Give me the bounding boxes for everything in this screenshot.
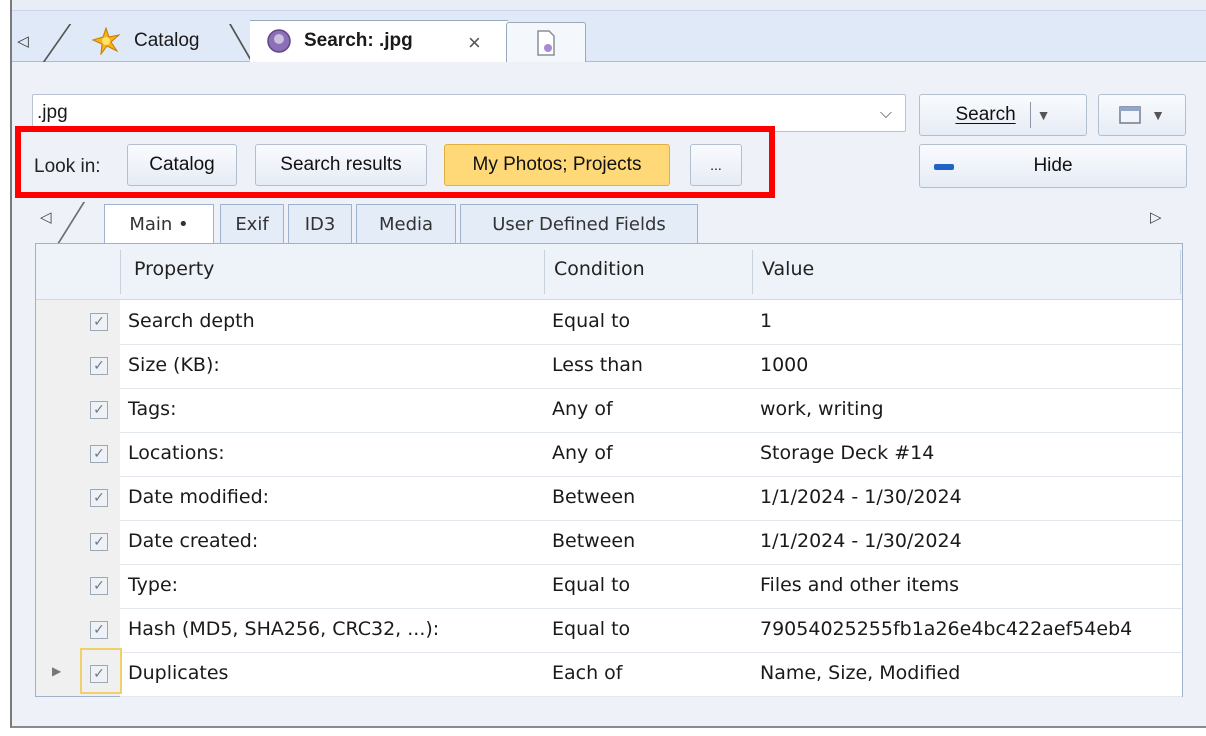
cell-property[interactable]: Hash (MD5, SHA256, CRC32, ...): <box>128 618 439 640</box>
row-enabled-checkbox[interactable]: ✓ <box>90 533 108 551</box>
cell-value[interactable]: work, writing <box>760 398 884 420</box>
dropdown-arrow-icon: ▼ <box>1151 107 1165 123</box>
tab-exif[interactable]: Exif <box>220 204 284 243</box>
row-divider <box>120 344 1182 345</box>
row-divider <box>120 608 1182 609</box>
row-enabled-checkbox[interactable]: ✓ <box>90 357 108 375</box>
cell-condition[interactable]: Between <box>552 486 635 508</box>
cell-value[interactable]: 1000 <box>760 354 808 376</box>
row-divider <box>120 520 1182 521</box>
row-enabled-checkbox[interactable]: ✓ <box>90 313 108 331</box>
cell-condition[interactable]: Any of <box>552 398 613 420</box>
row-divider <box>120 388 1182 389</box>
hide-button-label: Hide <box>1033 155 1073 176</box>
row-enabled-checkbox[interactable]: ✓ <box>90 401 108 419</box>
row-enabled-checkbox[interactable]: ✓ <box>90 621 108 639</box>
column-separator <box>1180 250 1181 294</box>
search-button-label: Search <box>955 104 1016 125</box>
row-enabled-checkbox[interactable]: ✓ <box>90 445 108 463</box>
column-separator <box>120 250 121 294</box>
cell-condition[interactable]: Equal to <box>552 618 630 640</box>
focused-cell-outline <box>80 648 122 694</box>
search-input-value: .jpg <box>37 102 68 123</box>
look-in-highlight-frame <box>15 126 775 198</box>
cell-property[interactable]: Search depth <box>128 310 255 332</box>
cell-property[interactable]: Size (KB): <box>128 354 220 376</box>
cell-value[interactable]: 79054025255fb1a26e4bc422aef54eb4 <box>760 618 1132 640</box>
row-divider <box>120 696 1182 697</box>
cell-value[interactable]: 1/1/2024 - 1/30/2024 <box>760 530 962 552</box>
divider <box>1029 102 1031 128</box>
subtab-scroll-right-icon[interactable]: ▷ <box>1150 208 1162 226</box>
cell-condition[interactable]: Equal to <box>552 574 630 596</box>
cell-value[interactable]: 1/1/2024 - 1/30/2024 <box>760 486 962 508</box>
cell-property[interactable]: Duplicates <box>128 662 228 684</box>
cell-property[interactable]: Type: <box>128 574 178 596</box>
tab-search-label: Search: .jpg <box>304 30 413 51</box>
cell-condition[interactable]: Any of <box>552 442 613 464</box>
tab-catalog-label: Catalog <box>134 30 200 51</box>
cell-property[interactable]: Date modified: <box>128 486 269 508</box>
subtab-scroll-left-icon[interactable]: ◁ <box>40 208 52 226</box>
top-strip <box>12 0 1206 10</box>
row-enabled-checkbox[interactable]: ✓ <box>90 489 108 507</box>
row-enabled-checkbox[interactable]: ✓ <box>90 577 108 595</box>
new-tab-button[interactable] <box>506 22 586 62</box>
current-row-indicator-icon: ▶ <box>52 664 62 678</box>
cell-property[interactable]: Locations: <box>128 442 225 464</box>
cell-value[interactable]: 1 <box>760 310 772 332</box>
row-divider <box>120 564 1182 565</box>
close-tab-icon[interactable]: × <box>468 30 481 56</box>
column-header-condition[interactable]: Condition <box>554 258 645 280</box>
column-header-value[interactable]: Value <box>762 258 814 280</box>
cell-value[interactable]: Files and other items <box>760 574 959 596</box>
tab-media[interactable]: Media <box>356 204 456 243</box>
row-divider <box>120 476 1182 477</box>
column-separator <box>752 250 753 294</box>
hide-button[interactable]: Hide <box>919 144 1187 188</box>
tab-main[interactable]: Main • <box>104 204 214 243</box>
column-separator <box>544 250 545 294</box>
cell-condition[interactable]: Less than <box>552 354 643 376</box>
search-globe-icon <box>266 28 292 54</box>
search-button[interactable]: Search ▼ <box>919 94 1087 136</box>
cell-property[interactable]: Date created: <box>128 530 258 552</box>
chevron-down-icon[interactable]: ⌵ <box>874 100 898 126</box>
window-layout-icon <box>1119 106 1141 124</box>
scroll-left-icon[interactable]: ◁ <box>16 28 30 54</box>
row-divider <box>120 432 1182 433</box>
cell-value[interactable]: Name, Size, Modified <box>760 662 960 684</box>
minimize-bar-icon <box>934 164 954 170</box>
new-document-icon <box>536 29 556 56</box>
cell-value[interactable]: Storage Deck #14 <box>760 442 934 464</box>
sparkle-icon <box>92 27 120 55</box>
dropdown-arrow-icon[interactable]: ▼ <box>1037 107 1051 123</box>
tab-user-defined-fields[interactable]: User Defined Fields <box>460 204 698 243</box>
tab-search-content: Search: .jpg <box>266 24 413 58</box>
tab-id3[interactable]: ID3 <box>288 204 352 243</box>
cell-condition[interactable]: Between <box>552 530 635 552</box>
cell-condition[interactable]: Equal to <box>552 310 630 332</box>
row-divider <box>120 652 1182 653</box>
layout-options-button[interactable]: ▼ <box>1098 94 1186 136</box>
tab-catalog[interactable]: Catalog <box>92 24 200 58</box>
cell-condition[interactable]: Each of <box>552 662 623 684</box>
column-header-property[interactable]: Property <box>134 258 214 280</box>
cell-property[interactable]: Tags: <box>128 398 176 420</box>
